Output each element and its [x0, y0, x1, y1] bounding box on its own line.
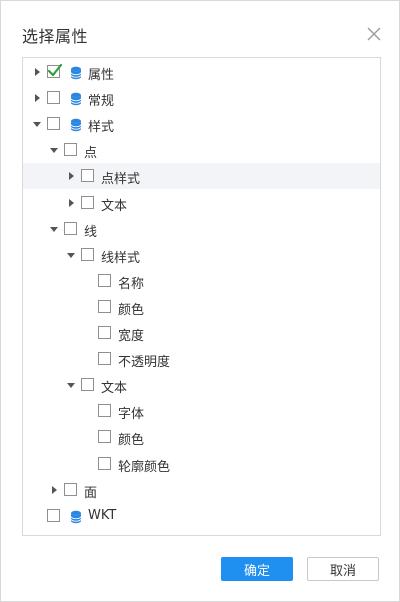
- tree-checkbox[interactable]: [81, 378, 94, 392]
- tree-node-label: 颜色: [118, 433, 145, 449]
- tree-checkbox[interactable]: [81, 247, 94, 261]
- tree-checkbox[interactable]: [98, 404, 111, 418]
- tree-node[interactable]: 线样式: [23, 242, 380, 268]
- tree-checkbox[interactable]: [98, 326, 111, 339]
- dialog-title: 选择属性: [22, 27, 89, 46]
- tree-node-label: 文本: [101, 198, 128, 214]
- tree-node-label: 宽度: [118, 329, 145, 344]
- tree-node-label: WKT: [88, 507, 117, 523]
- tree-node-label: 点: [84, 146, 98, 162]
- database-icon: [70, 509, 82, 523]
- tree-node-label: 线样式: [101, 250, 141, 266]
- checkmark-icon: [47, 62, 63, 82]
- tree-node-label: 面: [84, 485, 98, 501]
- caret-down-icon[interactable]: [49, 224, 59, 234]
- caret-right-icon[interactable]: [49, 485, 59, 495]
- caret-right-icon[interactable]: [32, 67, 42, 77]
- caret-right-icon[interactable]: [66, 198, 76, 208]
- tree-node-label: 属性: [88, 68, 115, 83]
- tree-checkbox[interactable]: [98, 273, 111, 287]
- tree-node-label: 字体: [118, 407, 145, 423]
- confirm-button[interactable]: 确定: [221, 557, 293, 581]
- tree-node[interactable]: 文本: [23, 372, 380, 398]
- tree-checkbox[interactable]: [98, 430, 111, 444]
- tree-node[interactable]: 点样式: [23, 163, 380, 190]
- tree-node[interactable]: 样式: [23, 111, 380, 137]
- tree-node[interactable]: 轮廓颜色: [23, 451, 380, 477]
- cancel-button[interactable]: 取消: [307, 557, 379, 581]
- caret-down-icon[interactable]: [66, 380, 76, 390]
- caret-down-icon[interactable]: [49, 145, 59, 155]
- tree-checkbox[interactable]: [64, 221, 77, 235]
- caret-down-icon[interactable]: [66, 250, 76, 260]
- tree-node[interactable]: WKT: [23, 503, 380, 529]
- tree-checkbox[interactable]: [98, 299, 111, 313]
- tree-node[interactable]: 颜色: [23, 294, 380, 320]
- close-icon[interactable]: [365, 25, 383, 43]
- tree-checkbox[interactable]: [64, 482, 77, 496]
- tree-node[interactable]: 文本: [23, 190, 380, 216]
- caret-down-icon[interactable]: [32, 119, 42, 129]
- tree-node-label: 常规: [88, 94, 115, 110]
- tree-node[interactable]: 颜色: [23, 424, 380, 450]
- tree-node-label: 线: [84, 224, 98, 240]
- tree-node[interactable]: 宽度: [23, 320, 380, 346]
- database-icon: [70, 65, 82, 80]
- tree-node-label: 名称: [118, 276, 145, 292]
- tree-checkbox[interactable]: [81, 169, 94, 183]
- tree-checkbox[interactable]: [98, 352, 111, 366]
- tree-node[interactable]: 不透明度: [23, 346, 380, 372]
- tree-checkbox[interactable]: [47, 508, 60, 522]
- tree-checkbox[interactable]: [81, 195, 94, 209]
- tree-checkbox[interactable]: [47, 91, 60, 105]
- tree-node[interactable]: 名称: [23, 268, 380, 294]
- tree-node[interactable]: 点: [23, 137, 380, 163]
- database-icon: [70, 91, 82, 106]
- tree-node[interactable]: 面: [23, 477, 380, 503]
- tree-checkbox[interactable]: [98, 456, 111, 470]
- database-icon: [70, 117, 82, 132]
- tree-node-label: 不透明度: [118, 355, 171, 371]
- tree-node-label: 点样式: [101, 172, 141, 188]
- tree-checkbox[interactable]: [47, 117, 60, 131]
- tree-node[interactable]: 常规: [23, 85, 380, 111]
- tree-node-label: 样式: [88, 120, 115, 136]
- caret-right-icon[interactable]: [66, 171, 76, 181]
- tree-node-label: 颜色: [118, 302, 145, 318]
- tree-checkbox[interactable]: [64, 143, 77, 157]
- tree-node[interactable]: 字体: [23, 398, 380, 424]
- tree-node[interactable]: 属性: [23, 59, 380, 85]
- caret-right-icon[interactable]: [32, 93, 42, 103]
- tree-checkbox[interactable]: [47, 63, 63, 78]
- attribute-tree: 属性 常规 样式点点样式 文本线线样式 名称 颜色 宽度 不透明度 文本 字体 颜色 轮廓颜色面 WKT: [22, 57, 381, 536]
- select-attributes-dialog: 选择属性 属性 常规 样式点点样式 文本线线样式 名称 颜色 宽度 不透明度 文本 字体 颜色 轮廓颜…: [0, 0, 400, 602]
- tree-node-label: 文本: [101, 381, 128, 397]
- tree-node[interactable]: 线: [23, 216, 380, 242]
- tree-node-label: 轮廓颜色: [118, 459, 171, 475]
